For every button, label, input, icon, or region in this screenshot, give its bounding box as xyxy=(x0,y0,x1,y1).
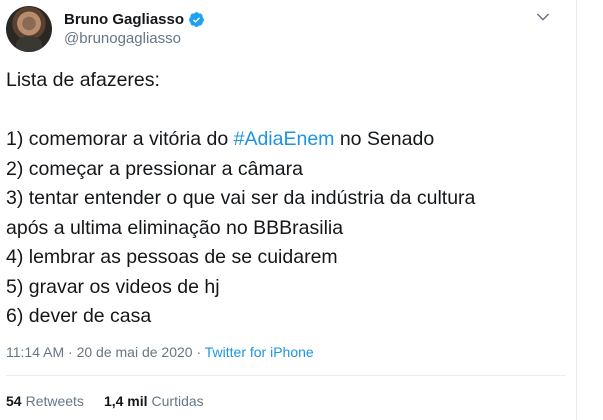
retweets-count: 54 xyxy=(6,393,22,409)
tweet-text: Lista de afazeres: 1) comemorar a vitóri… xyxy=(6,66,566,332)
tweet-header: Bruno Gagliasso @brunogagliasso xyxy=(6,6,566,52)
tweet-source-link[interactable]: Twitter for iPhone xyxy=(205,344,314,360)
tweet-stats: 54 Retweets 1,4 mil Curtidas xyxy=(6,393,204,409)
tweet-line-text: no Senado xyxy=(334,128,435,150)
panel-border xyxy=(576,0,577,420)
meta-separator: · xyxy=(64,344,77,360)
tweet-time[interactable]: 11:14 AM xyxy=(6,344,64,360)
likes-stat[interactable]: 1,4 mil Curtidas xyxy=(104,393,204,409)
tweet-line: 2) começar a pressionar a câmara xyxy=(6,157,303,180)
likes-label: Curtidas xyxy=(151,393,204,409)
tweet-line: 5) gravar os videos de hj xyxy=(6,275,220,298)
tweet-metadata: 11:14 AM · 20 de mai de 2020 · Twitter f… xyxy=(6,344,314,360)
avatar[interactable] xyxy=(6,6,52,52)
likes-count: 1,4 mil xyxy=(103,393,148,409)
chevron-down-icon[interactable] xyxy=(534,8,552,26)
hashtag-link[interactable]: #AdiaEnem xyxy=(234,128,335,150)
tweet-line: 3) tentar entender o que vai ser da indú… xyxy=(6,187,476,209)
retweets-stat[interactable]: 54 Retweets xyxy=(6,393,84,409)
meta-separator: · xyxy=(192,344,205,360)
tweet-line: após a ultima eliminação no BBBrasilia xyxy=(6,216,344,239)
author-block: Bruno Gagliasso @brunogagliasso xyxy=(64,9,205,47)
tweet-line: 6) dever de casa xyxy=(6,305,152,327)
retweets-label: Retweets xyxy=(25,393,84,409)
tweet-line: 1) comemorar a vitória do #AdiaEnem no S… xyxy=(6,125,566,155)
verified-badge-icon xyxy=(189,11,204,27)
tweet-date[interactable]: 20 de mai de 2020 xyxy=(77,344,193,360)
tweet-line-text: 1) comemorar a vitória do xyxy=(6,128,234,150)
tweet-line: Lista de afazeres: xyxy=(6,69,160,91)
handle[interactable]: @brunogagliasso xyxy=(64,30,205,47)
tweet-line: 4) lembrar as pessoas de se cuidarem xyxy=(6,246,338,268)
display-name-row: Bruno Gagliasso xyxy=(64,9,205,29)
divider xyxy=(6,375,566,376)
display-name[interactable]: Bruno Gagliasso xyxy=(64,11,184,28)
tweet-card: Bruno Gagliasso @brunogagliasso Lista de… xyxy=(0,0,576,420)
